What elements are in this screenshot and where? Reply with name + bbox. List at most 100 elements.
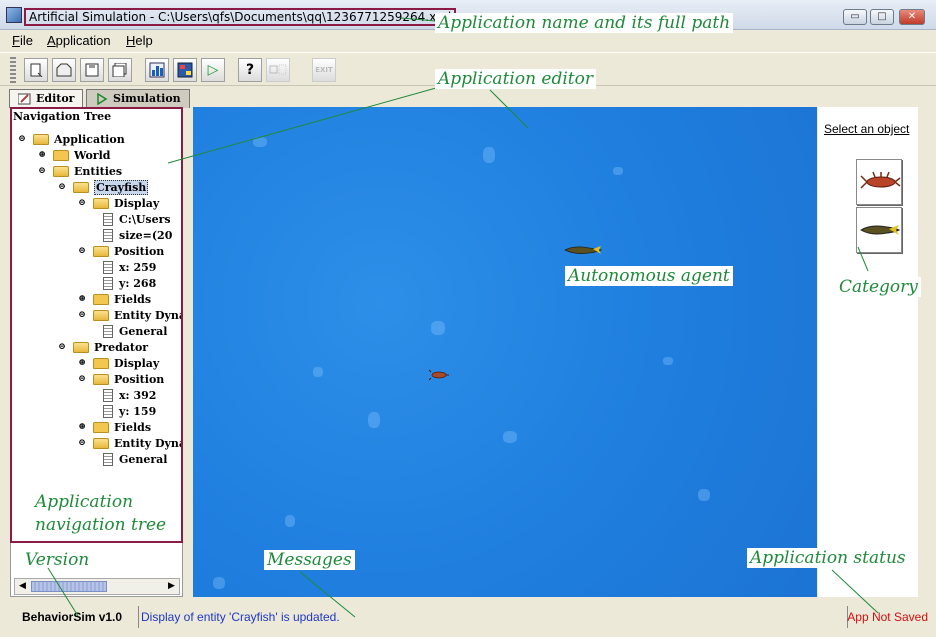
tree-node-label: Display <box>114 356 160 370</box>
tree-node[interactable]: x: 392 <box>97 387 156 403</box>
expand-icon[interactable]: ⊕ <box>37 149 47 161</box>
folder-icon <box>53 165 69 177</box>
grid-icon[interactable] <box>266 58 290 82</box>
annotation-category: Category <box>836 277 921 297</box>
menu-bar: File Application Help <box>0 30 936 52</box>
collapse-icon[interactable]: ⊝ <box>37 165 47 177</box>
tree-node-label: y: 159 <box>119 404 157 418</box>
tree-node[interactable]: ⊝ Predator <box>57 339 148 355</box>
tree-node[interactable]: ⊕ Fields <box>77 291 151 307</box>
scroll-thumb[interactable] <box>31 581 107 592</box>
save-icon[interactable] <box>80 58 104 82</box>
menu-application[interactable]: Application <box>47 33 111 48</box>
tree-node[interactable]: y: 159 <box>97 403 156 419</box>
layout-icon[interactable] <box>173 58 197 82</box>
collapse-icon[interactable]: ⊝ <box>77 373 87 385</box>
folder-icon <box>73 181 89 193</box>
collapse-icon[interactable]: ⊝ <box>77 309 87 321</box>
menu-file[interactable]: File <box>12 33 33 48</box>
tree-horizontal-scrollbar[interactable]: ◀ ▶ <box>14 578 180 595</box>
folder-icon <box>93 309 109 321</box>
tree-node[interactable]: ⊝ Display <box>77 195 159 211</box>
chart-icon[interactable] <box>145 58 169 82</box>
tree-node-label: Position <box>114 244 165 258</box>
collapse-icon[interactable]: ⊝ <box>57 341 67 353</box>
tree-node-label: Crayfish <box>94 179 149 195</box>
tree-node[interactable]: size=(20 <box>97 227 172 243</box>
save-all-icon[interactable] <box>108 58 132 82</box>
tab-bar: Editor Simulation <box>0 86 936 108</box>
version-label: BehaviorSim v1.0 <box>22 610 123 624</box>
close-button[interactable]: ✕ <box>899 9 925 25</box>
tree-node[interactable]: ⊝ Position <box>77 371 164 387</box>
play-icon[interactable]: ▷ <box>201 58 225 82</box>
crayfish-icon[interactable] <box>429 369 449 381</box>
annotation-nav-tree-2: navigation tree <box>35 515 167 535</box>
tree-node[interactable]: ⊝ Application <box>17 131 125 147</box>
tree-node[interactable]: General <box>97 323 168 339</box>
annotation-app-status: Application status <box>747 548 909 568</box>
tree-node-label: Position <box>114 372 165 386</box>
tree-node[interactable]: y: 268 <box>97 275 156 291</box>
category-panel: Select an object <box>818 107 918 597</box>
collapse-icon[interactable]: ⊝ <box>17 133 27 145</box>
collapse-icon[interactable]: ⊝ <box>57 181 67 193</box>
tree-node[interactable]: ⊝ Position <box>77 243 164 259</box>
expand-icon[interactable]: ⊕ <box>77 357 87 369</box>
tree-node-label: Entities <box>74 164 123 178</box>
category-predator-button[interactable] <box>856 207 902 253</box>
folder-icon <box>93 197 109 209</box>
window-title: Artificial Simulation - C:\Users\qfs\Doc… <box>24 8 457 26</box>
toolbar-grip[interactable] <box>10 57 16 83</box>
tree-node-label: Display <box>114 196 160 210</box>
expand-icon[interactable]: ⊕ <box>77 421 87 433</box>
tree-node[interactable]: x: 259 <box>97 259 156 275</box>
tree-node[interactable]: ⊝ Entities <box>37 163 122 179</box>
predator-fish-icon[interactable] <box>563 245 603 255</box>
collapse-icon[interactable]: ⊝ <box>77 197 87 209</box>
tree-node[interactable]: ⊝ Entity Dyna <box>77 307 183 323</box>
minimize-button[interactable]: ▭ <box>843 9 867 25</box>
tree-node[interactable]: C:\Users <box>97 211 171 227</box>
file-icon <box>103 212 113 226</box>
tree-node-label: General <box>119 452 168 466</box>
app-status-label: App Not Saved <box>847 610 928 624</box>
menu-help[interactable]: Help <box>126 33 153 48</box>
file-icon <box>103 452 113 466</box>
tree-node-label: x: 259 <box>119 260 157 274</box>
file-icon <box>103 388 113 402</box>
tree-node-label: Application <box>54 132 125 146</box>
tree-node-label: Entity Dyna <box>114 308 183 322</box>
open-icon[interactable] <box>52 58 76 82</box>
tree-node[interactable]: ⊕ World <box>37 147 110 163</box>
expand-icon[interactable]: ⊕ <box>77 293 87 305</box>
tab-editor[interactable]: Editor <box>9 89 84 108</box>
help-icon[interactable]: ? <box>238 58 262 82</box>
annotation-messages: Messages <box>264 550 355 570</box>
folder-icon <box>93 373 109 385</box>
tree-node[interactable]: General <box>97 451 168 467</box>
new-icon[interactable] <box>24 58 48 82</box>
collapse-icon[interactable]: ⊝ <box>77 245 87 257</box>
exit-icon[interactable]: EXIT <box>312 58 336 82</box>
collapse-icon[interactable]: ⊝ <box>77 437 87 449</box>
crayfish-icon <box>860 171 901 189</box>
tab-editor-label: Editor <box>36 92 75 105</box>
tab-simulation[interactable]: Simulation <box>86 89 190 108</box>
folder-icon <box>73 341 89 353</box>
application-editor-canvas[interactable] <box>193 107 817 597</box>
annotation-version: Version <box>25 550 90 570</box>
folder-icon <box>53 149 69 161</box>
scroll-left-icon[interactable]: ◀ <box>16 580 29 593</box>
select-object-label: Select an object <box>824 122 910 136</box>
tree-node[interactable]: ⊝ Entity Dyna <box>77 435 182 451</box>
scroll-right-icon[interactable]: ▶ <box>165 580 178 593</box>
folder-icon <box>93 437 109 449</box>
maximize-button[interactable]: □ <box>870 9 894 25</box>
tree-node-label: size=(20 <box>119 228 173 242</box>
tree-node[interactable]: ⊕ Fields <box>77 419 151 435</box>
folder-icon <box>93 357 109 369</box>
category-crayfish-button[interactable] <box>856 159 902 205</box>
tree-node[interactable]: ⊕ Display <box>77 355 159 371</box>
tree-node[interactable]: ⊝ Crayfish <box>57 179 149 195</box>
